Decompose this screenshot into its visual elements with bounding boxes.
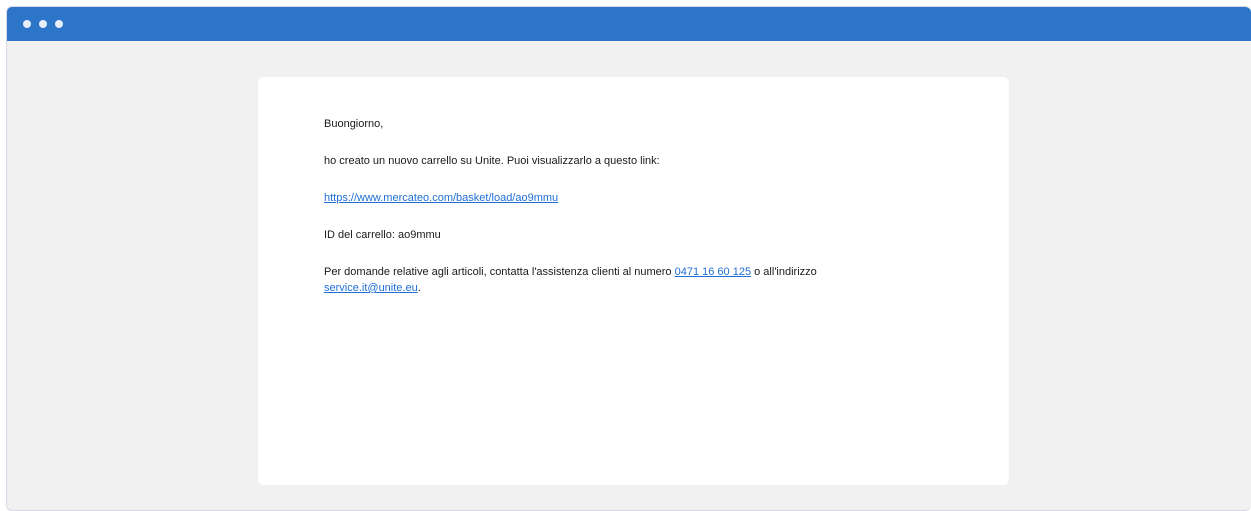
support-paragraph: Per domande relative agli articoli, cont… — [324, 264, 943, 296]
support-text-end: . — [417, 282, 421, 294]
window-titlebar — [7, 7, 1251, 41]
support-text-before: Per domande relative agli articoli, cont… — [324, 266, 675, 278]
browser-window: Buongiorno, ho creato un nuovo carrello … — [6, 6, 1251, 511]
window-control-dot-3[interactable] — [55, 20, 63, 28]
window-control-dot-2[interactable] — [39, 20, 47, 28]
support-email-link[interactable]: service.it@unite.eu — [324, 282, 418, 294]
email-card: Buongiorno, ho creato un nuovo carrello … — [258, 77, 1009, 485]
email-intro: ho creato un nuovo carrello su Unite. Pu… — [324, 155, 660, 167]
email-greeting: Buongiorno, — [324, 118, 384, 130]
cart-id: ID del carrello: ao9mmu — [324, 229, 441, 241]
basket-link-paragraph: https://www.mercateo.com/basket/load/ao9… — [324, 190, 943, 206]
support-text-middle: o all'indirizzo — [751, 266, 817, 278]
window-control-dot-1[interactable] — [23, 20, 31, 28]
support-phone-link[interactable]: 0471 16 60 125 — [675, 266, 751, 278]
basket-link[interactable]: https://www.mercateo.com/basket/load/ao9… — [324, 192, 558, 204]
